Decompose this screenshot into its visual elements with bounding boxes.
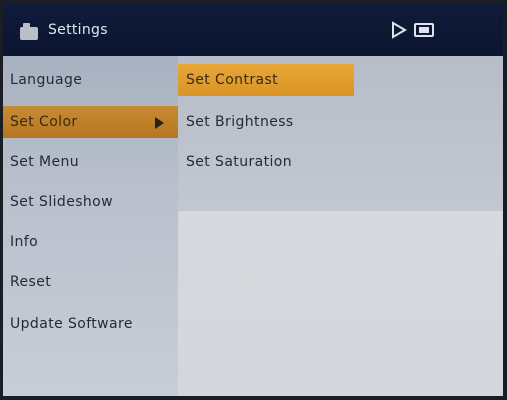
settings-screen: Settings Language Set Color Set Menu Set… (3, 4, 503, 396)
menu-item-language[interactable]: Language (3, 64, 178, 96)
submenu-item-label: Set Saturation (186, 154, 293, 170)
menu-item-label: Update Software (10, 316, 133, 332)
menu-item-label: Set Color (10, 114, 78, 130)
menu-item-label: Reset (10, 274, 52, 290)
menu-item-label: Info (10, 234, 39, 250)
submenu-item-label: Set Brightness (186, 114, 294, 130)
menu-item-label: Set Slideshow (10, 194, 113, 210)
menu-item-update-software[interactable]: Update Software (3, 308, 178, 340)
color-submenu: Set Contrast Set Brightness Set Saturati… (178, 56, 503, 396)
menu-item-set-slideshow[interactable]: Set Slideshow (3, 186, 178, 218)
settings-menu: Language Set Color Set Menu Set Slidesho… (3, 56, 178, 396)
header-bar: Settings (3, 4, 503, 56)
menu-item-info[interactable]: Info (3, 226, 178, 258)
menu-item-label: Set Menu (10, 154, 80, 170)
menu-item-set-color[interactable]: Set Color (3, 106, 178, 138)
submenu-item-set-saturation[interactable]: Set Saturation (178, 146, 292, 178)
play-icon[interactable] (391, 21, 407, 39)
folder-icon (20, 22, 38, 40)
page-title: Settings (48, 22, 108, 38)
menu-item-set-menu[interactable]: Set Menu (3, 146, 178, 178)
submenu-item-set-contrast[interactable]: Set Contrast (178, 64, 354, 96)
memory-card-icon[interactable] (414, 23, 434, 37)
chevron-right-icon (155, 117, 164, 129)
menu-item-label: Language (10, 72, 83, 88)
submenu-item-label: Set Contrast (186, 72, 279, 88)
menu-item-reset[interactable]: Reset (3, 266, 178, 298)
submenu-item-set-brightness[interactable]: Set Brightness (178, 106, 294, 138)
